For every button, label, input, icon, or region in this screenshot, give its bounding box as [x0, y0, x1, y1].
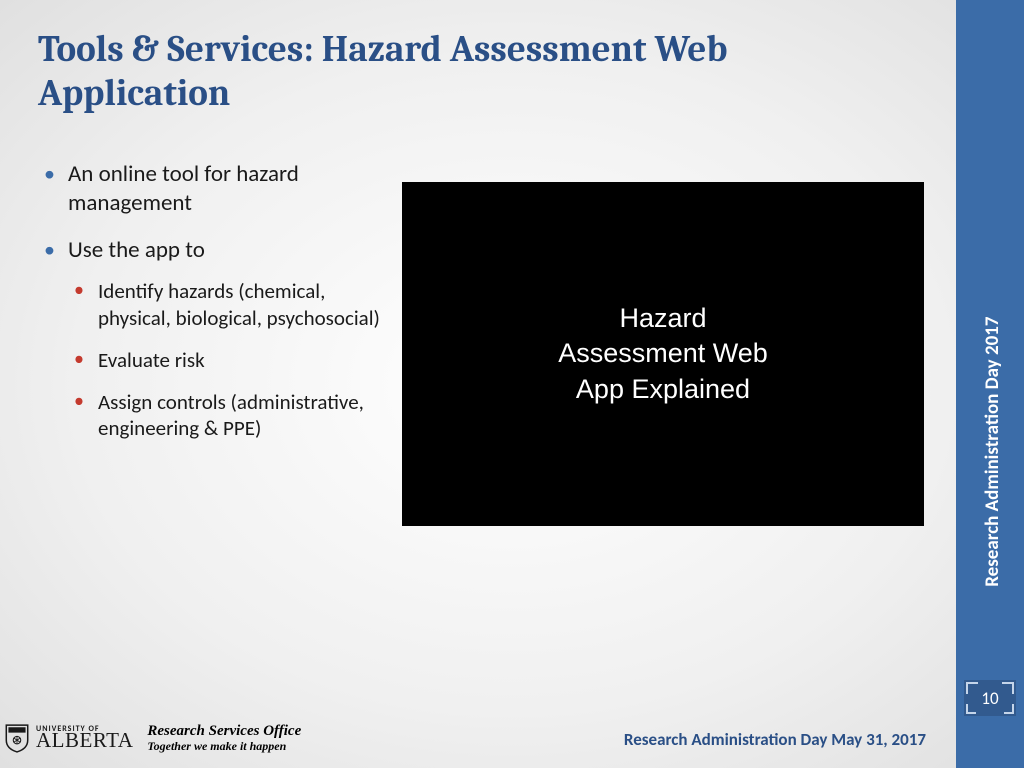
page-number: 10	[981, 688, 998, 709]
sub-bullet-item: Identify hazards (chemical, physical, bi…	[70, 278, 380, 331]
office-title: Research Services Office	[147, 723, 301, 740]
video-placeholder[interactable]: Hazard Assessment Web App Explained	[402, 182, 924, 526]
shield-icon	[4, 723, 30, 753]
footer-date: Research Administration Day May 31, 2017	[624, 729, 926, 750]
sidebar-stripe: Research Administration Day 2017 10	[956, 0, 1024, 768]
bullet-item: An online tool for hazard management	[40, 160, 380, 218]
sub-bullet-list: Identify hazards (chemical, physical, bi…	[68, 278, 380, 441]
video-caption: Hazard Assessment Web App Explained	[558, 301, 768, 406]
university-name: UNIVERSITY OF ALBERTA	[36, 726, 133, 751]
bullet-text: Use the app to	[68, 236, 205, 264]
bullet-item: Use the app to Identify hazards (chemica…	[40, 236, 380, 442]
page-number-box: 10	[964, 680, 1016, 716]
bullet-list: An online tool for hazard management Use…	[40, 160, 380, 460]
sub-bullet-item: Evaluate risk	[70, 347, 380, 373]
content-area: An online tool for hazard management Use…	[40, 160, 380, 460]
slide-title: Tools & Services: Hazard Assessment Web …	[38, 28, 858, 117]
footer: UNIVERSITY OF ALBERTA Research Services …	[0, 708, 956, 768]
sub-bullet-item: Assign controls (administrative, enginee…	[70, 389, 380, 442]
university-logo: UNIVERSITY OF ALBERTA	[4, 723, 133, 753]
office-block: Research Services Office Together we mak…	[147, 723, 301, 753]
university-big-text: ALBERTA	[36, 732, 133, 750]
office-tagline: Together we make it happen	[147, 740, 301, 753]
sidebar-label: Research Administration Day 2017	[981, 317, 1004, 587]
